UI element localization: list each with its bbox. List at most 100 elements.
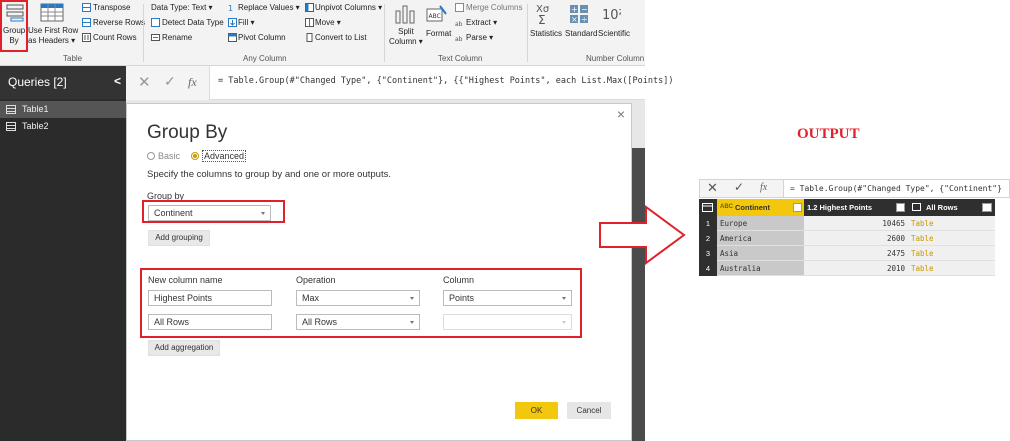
radio-basic[interactable]: Basic: [147, 151, 180, 161]
output-formula-bar: ✕ ✓ fx = Table.Group(#"Changed Type", {"…: [699, 179, 1010, 198]
reverse-rows-button[interactable]: Reverse Rows: [93, 18, 145, 28]
output-table-header: ABC Continent 1.2 Highest Points All Row…: [699, 199, 995, 216]
split-column-button[interactable]: Split Column ▾: [389, 27, 423, 47]
arrow-right-icon: [598, 205, 688, 265]
abc-type-icon: ABC: [720, 204, 733, 210]
svg-text:Σ: Σ: [538, 13, 546, 26]
fill-button[interactable]: Fill ▾: [238, 18, 254, 28]
use-first-row-label-1: Use First Row: [28, 26, 79, 35]
highest-points-cell[interactable]: 2475: [804, 246, 908, 261]
table-menu-icon[interactable]: [702, 203, 714, 212]
ok-button[interactable]: OK: [515, 402, 558, 419]
highest-points-cell[interactable]: 10465: [804, 216, 908, 231]
rename-icon: [151, 33, 160, 42]
svg-text:÷: ÷: [581, 15, 588, 24]
statistics-icon: Χσ Σ: [535, 2, 559, 26]
pivot-column-button[interactable]: Pivot Column: [238, 33, 286, 43]
merge-columns-icon: [455, 3, 464, 12]
all-rows-column-header[interactable]: All Rows: [908, 199, 995, 216]
cancel-formula-icon[interactable]: ✕: [138, 73, 151, 91]
parse-button[interactable]: Parse ▾: [466, 33, 493, 43]
cancel-formula-icon[interactable]: ✕: [707, 180, 718, 196]
split-column-label-2: Column ▾: [389, 37, 423, 46]
data-preview-background: [632, 148, 645, 441]
continent-cell[interactable]: Asia: [717, 246, 804, 261]
continent-column-header[interactable]: ABC Continent: [717, 199, 804, 216]
svg-text:ab: ab: [455, 21, 463, 27]
all-rows-table-link[interactable]: Table: [908, 261, 995, 276]
highest-points-column-header[interactable]: 1.2 Highest Points: [804, 199, 908, 216]
continent-cell[interactable]: Europe: [717, 216, 804, 231]
replace-values-button[interactable]: Replace Values ▾: [238, 3, 300, 13]
radio-advanced[interactable]: Advanced: [191, 150, 247, 162]
all-rows-table-link[interactable]: Table: [908, 231, 995, 246]
number-column-group-label: Number Column: [586, 54, 645, 63]
continent-cell[interactable]: Australia: [717, 261, 804, 276]
continent-cell[interactable]: America: [717, 231, 804, 246]
svg-text:×: ×: [571, 15, 578, 24]
unpivot-columns-button[interactable]: Unpivot Columns ▾: [315, 3, 382, 13]
highest-points-header-label: 1.2 Highest Points: [807, 203, 873, 212]
count-rows-button[interactable]: Count Rows: [93, 33, 137, 43]
rename-button[interactable]: Rename: [162, 33, 192, 43]
formula-input[interactable]: = Table.Group(#"Changed Type", {"Contine…: [218, 76, 673, 86]
all-rows-table-link[interactable]: Table: [908, 246, 995, 261]
reverse-rows-icon: [82, 18, 91, 27]
close-icon[interactable]: ×: [617, 106, 625, 122]
output-title: OUTPUT: [797, 126, 860, 142]
num-badge: 10²: [602, 8, 621, 23]
convert-to-list-button[interactable]: Convert to List: [315, 33, 367, 43]
confirm-formula-icon[interactable]: ✓: [734, 180, 744, 194]
pivot-column-icon: [228, 33, 237, 42]
convert-to-list-icon: [305, 33, 314, 42]
transpose-icon: [82, 3, 91, 12]
ribbon-separator: [527, 4, 528, 62]
ribbon: Group By Use First Row as Headers ▾ Tran…: [0, 0, 645, 66]
use-first-row-button[interactable]: Use First Row as Headers ▾: [28, 26, 78, 46]
formula-bar: ✕ ✓ fx = Table.Group(#"Changed Type", {"…: [126, 66, 673, 100]
standard-button[interactable]: Standard: [565, 29, 597, 39]
all-rows-table-link[interactable]: Table: [908, 216, 995, 231]
table-group-label: Table: [63, 54, 83, 63]
scientific-icon: 10²: [601, 4, 621, 24]
query-item-table2[interactable]: Table2: [0, 118, 126, 135]
text-column-group-label: Text Column: [438, 54, 483, 63]
statistics-button[interactable]: Statistics: [530, 29, 562, 39]
filter-dropdown-icon[interactable]: [793, 203, 802, 212]
radio-basic-dot: [147, 152, 155, 160]
expand-column-icon[interactable]: [982, 203, 992, 212]
fx-icon[interactable]: fx: [188, 75, 197, 90]
table-row: 1 Europe 10465 Table: [699, 216, 995, 231]
add-grouping-button[interactable]: Add grouping: [148, 230, 210, 246]
output-formula-bar-icons: ✕ ✓ fx: [700, 180, 784, 197]
row-index: 3: [699, 246, 717, 261]
highest-points-cell[interactable]: 2010: [804, 261, 908, 276]
cancel-button[interactable]: Cancel: [567, 402, 611, 419]
detect-data-type-icon: [151, 18, 160, 27]
count-rows-icon: [82, 33, 91, 42]
row-index: 2: [699, 231, 717, 246]
merge-columns-button[interactable]: Merge Columns: [466, 3, 522, 13]
confirm-formula-icon[interactable]: ✓: [164, 73, 176, 90]
data-type-dropdown[interactable]: Data Type: Text ▾: [151, 3, 213, 13]
filter-dropdown-icon[interactable]: [896, 203, 905, 212]
fx-icon[interactable]: fx: [760, 182, 767, 193]
detect-data-type-button[interactable]: Detect Data Type: [162, 18, 224, 28]
table-icon: [6, 122, 16, 131]
collapse-pane-button[interactable]: <: [114, 74, 121, 88]
scientific-button[interactable]: Scientific: [598, 29, 630, 39]
svg-text:ab: ab: [455, 36, 463, 42]
highest-points-cell[interactable]: 2600: [804, 231, 908, 246]
extract-button[interactable]: Extract ▾: [466, 18, 497, 28]
extract-icon: ab: [455, 18, 464, 27]
svg-text:+: +: [571, 5, 578, 14]
move-button[interactable]: Move ▾: [315, 18, 341, 28]
continent-header-label: Continent: [735, 203, 770, 212]
query-item-table1[interactable]: Table1: [0, 101, 126, 118]
radio-basic-label: Basic: [158, 151, 181, 161]
query-item-label: Table1: [22, 104, 49, 114]
format-button[interactable]: Format: [426, 29, 451, 39]
table-icon: [6, 105, 16, 114]
add-aggregation-button[interactable]: Add aggregation: [148, 340, 220, 356]
transpose-button[interactable]: Transpose: [93, 3, 131, 13]
